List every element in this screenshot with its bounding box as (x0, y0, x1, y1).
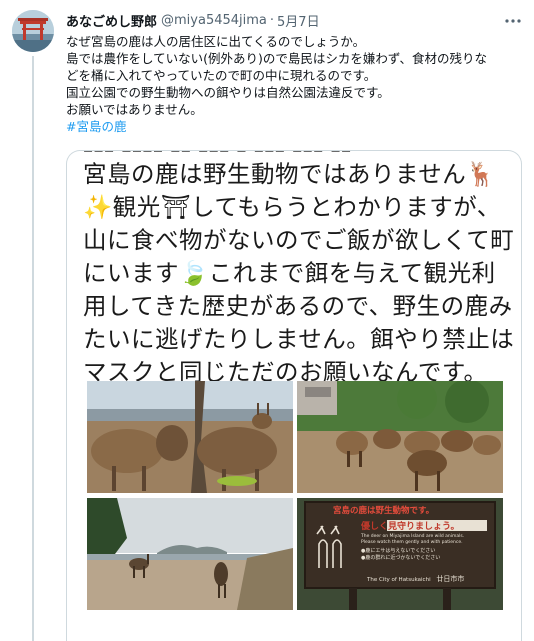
avatar[interactable] (12, 10, 54, 52)
sign-subtitle: 優しく見守りましょう。 (361, 522, 460, 532)
tweet-media-image[interactable]: ｰｰｰ ｰｰｰｰ ｰｰ ｰｰｰ ｰ ｰｰｰ ｰｰｰ ｰｰ 宮島の鹿は野生動物では… (66, 150, 522, 641)
thread-line (32, 56, 34, 641)
tweet-date[interactable]: 5月7日 (277, 11, 320, 30)
caption-line: 用してきた歴史があるので、野生の鹿み (83, 292, 513, 320)
avatar-image (12, 10, 54, 52)
hashtag-link[interactable]: #宮島の鹿 (66, 119, 126, 134)
media-inner: ｰｰｰ ｰｰｰｰ ｰｰ ｰｰｰ ｰ ｰｰｰ ｰｰｰ ｰｰ 宮島の鹿は野生動物では… (67, 151, 521, 641)
tweet-line: 国立公園での野生動物への餌やりは自然公園法違反です。 (66, 85, 390, 100)
caption-block: ｰｰｰ ｰｰｰｰ ｰｰ ｰｰｰ ｰ ｰｰｰ ｰｰｰ ｰｰ 宮島の鹿は野生動物では… (83, 151, 515, 389)
sign-japanese-line: ●鹿にエサは与えないでください (361, 548, 436, 554)
more-dots-icon (505, 19, 521, 23)
display-name[interactable]: あなごめし野郎 (66, 11, 157, 30)
sign-footer-en: The City of Hatsukaichi (367, 577, 431, 583)
sign-english-line: Please watch them gently and with patien… (361, 540, 463, 545)
photo-deer-herd[interactable] (297, 381, 503, 493)
caption-line: 宮島の鹿は野生動物ではありません🦌 (83, 160, 497, 188)
caption-fragment: ｰｰｰ ｰｰｰｰ ｰｰ ｰｰｰ ｰ ｰｰｰ ｰｰｰ ｰｰ (83, 151, 513, 158)
sign-title: 宮島の鹿は野生動物です。 (333, 506, 435, 516)
sign-japanese: ●鹿にエサは与えないでください ●鹿の群れに近づかないでください (361, 548, 440, 562)
separator-dot: · (269, 12, 275, 28)
tweet-line: どを桶に入れてやっていたので町の中に現れるのです。 (66, 68, 377, 83)
caption-line: ✨観光⛩してもらうとわかりますが、 (83, 193, 501, 221)
more-icon[interactable] (504, 12, 522, 30)
sign-footer: The City of Hatsukaichi 廿日市市 (367, 574, 464, 584)
photo-deer-beach[interactable] (87, 498, 293, 610)
user-handle[interactable]: @miya5454jima (161, 13, 267, 28)
caption-line: 山に食べ物がないのでご飯が欲しくて町 (83, 226, 515, 254)
tweet[interactable]: あなごめし野郎 @miya5454jima · 5月7日 なぜ宮島の鹿は人の居住… (0, 0, 534, 641)
tweet-line: お願いではありません。 (66, 102, 203, 117)
photo-deer-eating[interactable] (87, 381, 293, 493)
sign-japanese-line: ●鹿の群れに近づかないでください (361, 555, 441, 561)
tweet-text: なぜ宮島の鹿は人の居住区に出てくるのでしょうか。 島では農作をしていない(例外あ… (66, 33, 521, 135)
deer-photo-1 (87, 381, 293, 493)
sign-footer-jp: 廿日市市 (436, 575, 465, 583)
sign-english: The deer on Miyajima Island are wild ani… (361, 534, 464, 546)
tweet-line: 島では農作をしていない(例外あり)ので島民はシカを嫌わず、食材の残りな (66, 51, 488, 66)
caption-line: たいに逃げたりしません。餌やり禁止は (83, 325, 515, 353)
tweet-line: なぜ宮島の鹿は人の居住区に出てくるのでしょうか。 (66, 34, 366, 49)
caption-line: にいます🍃これまで餌を与えて観光利 (83, 259, 496, 287)
tweet-header: あなごめし野郎 @miya5454jima · 5月7日 (66, 10, 494, 30)
deer-photo-2 (297, 381, 503, 493)
deer-photo-3 (87, 498, 293, 610)
photo-warning-sign[interactable]: 宮島の鹿は野生動物です。 優しく見守りましょう。 The deer on Miy… (297, 498, 503, 610)
